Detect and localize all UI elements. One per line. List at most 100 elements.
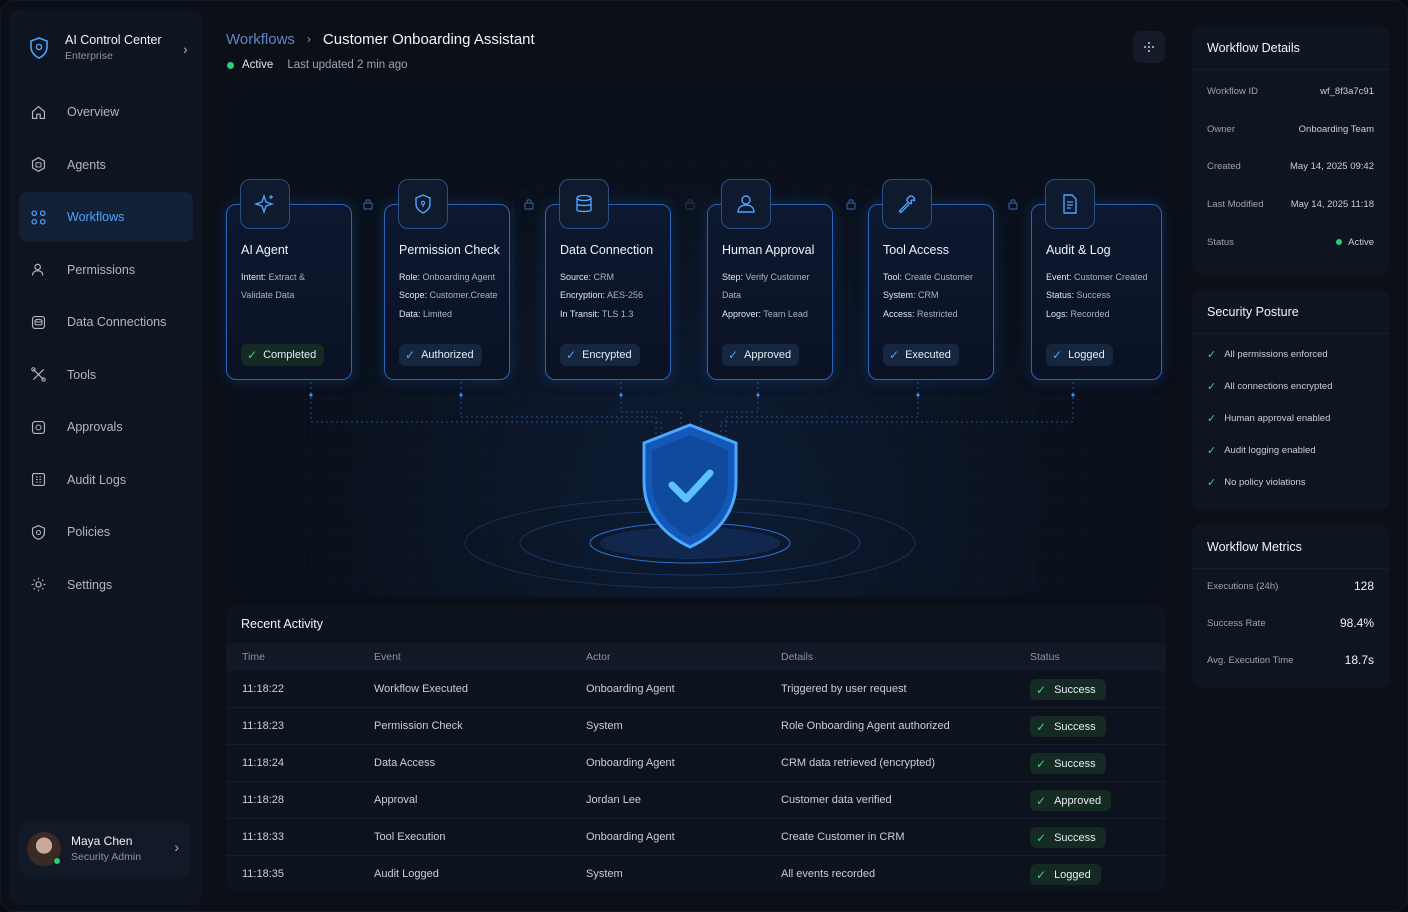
sidebar-item-label: Workflows <box>67 210 125 224</box>
metric-executions: Executions (24h) 128 <box>1207 579 1374 593</box>
status-badge: ✓ Logged <box>1046 344 1113 366</box>
detail-workflow-id: Workflow ID wf_8f3a7c91 <box>1207 86 1374 97</box>
gear-icon <box>29 576 47 594</box>
lock-icon <box>363 199 373 210</box>
avatar <box>27 832 61 866</box>
table-row[interactable]: 11:18:28 Approval Jordan Lee Customer da… <box>226 782 1166 819</box>
workflow-icon <box>29 208 47 226</box>
cell-time: 11:18:35 <box>242 868 285 880</box>
shield-lock-icon <box>398 179 448 229</box>
check-icon: ✓ <box>1036 793 1047 808</box>
table-header: Time Event Actor Details Status <box>226 643 1166 671</box>
sidebar-item-settings[interactable]: Settings <box>19 560 193 610</box>
table-row[interactable]: 11:18:22 Workflow Executed Onboarding Ag… <box>226 671 1166 708</box>
cell-event: Audit Logged <box>374 868 439 880</box>
sidebar-item-data-connections[interactable]: Data Connections <box>19 297 193 347</box>
cell-actor: Onboarding Agent <box>586 683 675 695</box>
panel-title: Workflow Details <box>1207 41 1300 55</box>
step-card-ai-agent[interactable]: AI Agent Intent: Extract & Validate Data… <box>226 179 352 380</box>
sidebar-item-agents[interactable]: Agents <box>19 140 193 190</box>
sidebar-item-audit-logs[interactable]: Audit Logs <box>19 455 193 505</box>
cell-event: Approval <box>374 794 418 806</box>
sidebar-item-overview[interactable]: Overview <box>19 87 193 137</box>
sidebar-item-approvals[interactable]: Approvals <box>19 402 193 452</box>
cell-event: Workflow Executed <box>374 683 468 695</box>
section-title: Recent Activity <box>241 617 323 631</box>
document-icon <box>1045 179 1095 229</box>
check-icon: ✓ <box>566 348 577 362</box>
step-title: Data Connection <box>560 243 654 257</box>
breadcrumb-workflows-link[interactable]: Workflows <box>226 31 295 48</box>
shield-logo-icon <box>30 37 48 59</box>
brand-subtitle: Enterprise <box>65 50 113 62</box>
security-posture-panel: Security Posture ✓ All permissions enforc… <box>1192 289 1389 511</box>
sidebar-item-workflows[interactable]: Workflows <box>19 192 193 242</box>
home-icon <box>29 103 47 121</box>
table-row[interactable]: 11:18:33 Tool Execution Onboarding Agent… <box>226 819 1166 856</box>
step-card-tool-access[interactable]: Tool Access Tool: Create Customer System… <box>868 179 994 380</box>
database-icon <box>559 179 609 229</box>
app-window: AI Control Center Enterprise › Overview … <box>0 0 1408 912</box>
step-detail: Access: Restricted <box>883 309 958 319</box>
check-icon: ✓ <box>889 348 900 362</box>
check-icon: ✓ <box>1036 719 1047 734</box>
step-detail: Source: CRM <box>560 272 615 282</box>
wrench-icon <box>882 179 932 229</box>
sidebar: AI Control Center Enterprise › Overview … <box>9 9 203 905</box>
step-detail: Scope: Customer.Create <box>399 290 498 300</box>
chevron-right-icon: › <box>174 839 179 855</box>
sidebar-item-tools[interactable]: Tools <box>19 350 193 400</box>
security-item: ✓ Human approval enabled <box>1207 413 1331 425</box>
sidebar-item-label: Overview <box>67 105 120 119</box>
check-icon: ✓ <box>1207 477 1217 489</box>
step-detail: Data <box>722 290 742 300</box>
check-icon: ✓ <box>1036 867 1047 882</box>
check-icon: ✓ <box>1036 756 1047 771</box>
sidebar-item-policies[interactable]: Policies <box>19 507 193 557</box>
status-badge: ✓ Success <box>1030 716 1106 737</box>
cell-event: Tool Execution <box>374 831 446 843</box>
brand-title: AI Control Center <box>65 33 162 47</box>
status-badge: ✓ Approved <box>722 344 800 366</box>
sidebar-item-label: Tools <box>67 367 97 382</box>
step-detail: Data: Limited <box>399 309 453 319</box>
step-card-human-approval[interactable]: Human Approval Step: Verify Customer Dat… <box>707 179 833 380</box>
lock-icon <box>685 199 695 210</box>
step-detail: Event: Customer Created <box>1046 272 1148 282</box>
panel-title: Security Posture <box>1207 305 1299 319</box>
security-item: ✓ Audit logging enabled <box>1207 445 1316 457</box>
more-options-button[interactable] <box>1133 31 1165 63</box>
brand-switcher[interactable]: AI Control Center Enterprise › <box>27 27 197 69</box>
user-profile[interactable]: Maya Chen Security Admin › <box>19 821 191 877</box>
step-detail: Tool: Create Customer <box>883 272 974 282</box>
step-title: Tool Access <box>883 243 950 257</box>
step-card-permission-check[interactable]: Permission Check Role: Onboarding Agent … <box>384 179 510 380</box>
status-badge: ✓ Success <box>1030 753 1106 774</box>
status-label: Active <box>242 59 274 71</box>
check-icon: ✓ <box>1207 413 1217 425</box>
step-title: Permission Check <box>399 243 500 257</box>
workflow-canvas: AI Agent Intent: Extract & Validate Data… <box>226 87 1166 597</box>
table-row[interactable]: 11:18:24 Data Access Onboarding Agent CR… <box>226 745 1166 782</box>
recent-activity-panel: Recent Activity Time Event Actor Details… <box>226 605 1166 891</box>
security-item: ✓ All permissions enforced <box>1207 349 1328 361</box>
table-row[interactable]: 11:18:35 Audit Logged System All events … <box>226 856 1166 893</box>
step-card-data-connection[interactable]: Data Connection Source: CRM Encryption: … <box>545 179 671 380</box>
user-name: Maya Chen <box>71 834 133 848</box>
step-title: Audit & Log <box>1046 243 1111 257</box>
sidebar-item-permissions[interactable]: Permissions <box>19 245 193 295</box>
sidebar-item-label: Data Connections <box>67 315 167 329</box>
sidebar-item-label: Approvals <box>67 420 123 434</box>
step-detail: System: CRM <box>883 290 939 300</box>
step-card-audit-log[interactable]: Audit & Log Event: Customer Created Stat… <box>1031 179 1162 380</box>
table-row[interactable]: 11:18:23 Permission Check System Role On… <box>226 708 1166 745</box>
user-icon <box>721 179 771 229</box>
panel-title: Workflow Metrics <box>1207 540 1302 554</box>
cell-details: CRM data retrieved (encrypted) <box>781 757 936 769</box>
cell-details: All events recorded <box>781 868 876 880</box>
sidebar-item-label: Audit Logs <box>67 472 127 487</box>
status-badge: ✓ Authorized <box>399 344 482 366</box>
column-header: Status <box>1030 651 1060 663</box>
lock-icon <box>524 199 534 210</box>
status-badge: ✓ Executed <box>883 344 959 366</box>
